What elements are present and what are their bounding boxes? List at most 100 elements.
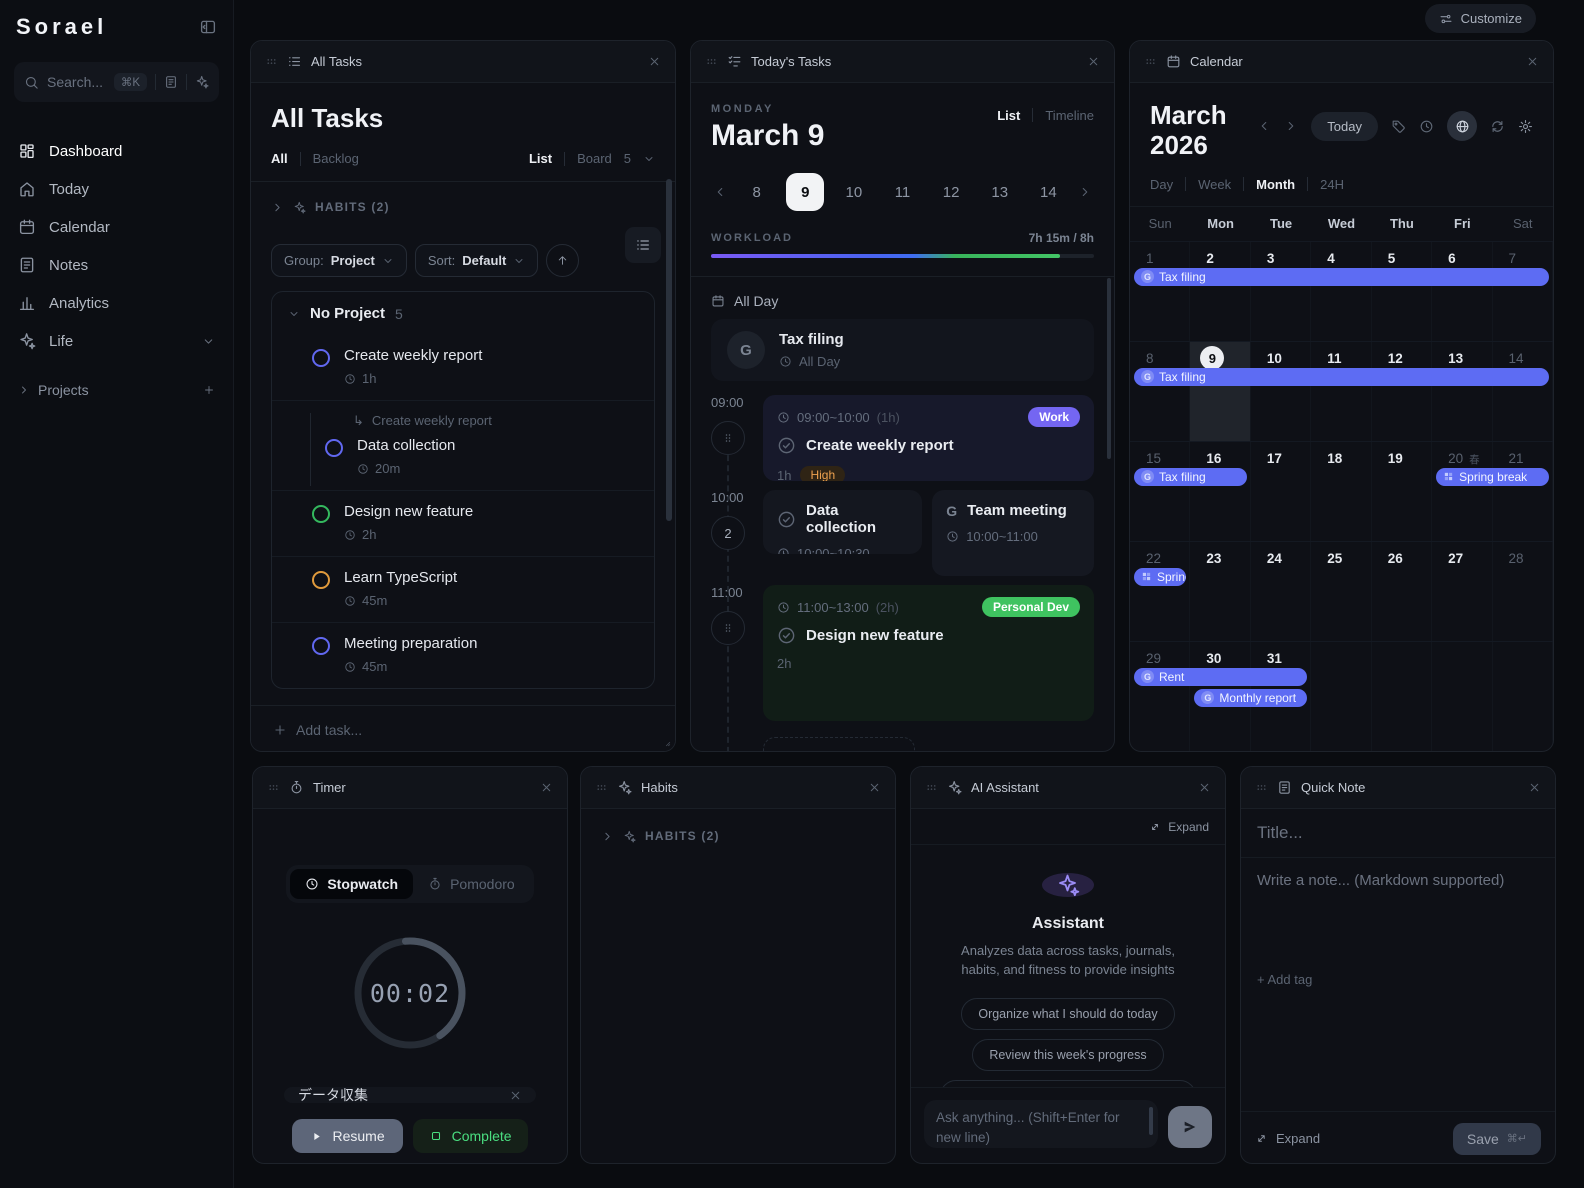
view-tab-week[interactable]: Week: [1198, 177, 1231, 192]
event-card[interactable]: 09:00~10:00 (1h) Work Create weekly report 1…: [763, 395, 1094, 481]
slot-drag-handle[interactable]: [711, 611, 745, 645]
sidebar-item-projects[interactable]: Projects: [0, 382, 233, 398]
calendar-day[interactable]: 4: [1311, 241, 1372, 341]
calendar-event-bar[interactable]: G Monthly report: [1194, 688, 1308, 707]
calendar-day[interactable]: 15: [1130, 441, 1191, 541]
task-checkbox[interactable]: [312, 571, 330, 589]
add-project-icon[interactable]: [203, 384, 215, 396]
task-row[interactable]: Learn TypeScript 45m: [272, 556, 654, 622]
sidebar-item-analytics[interactable]: Analytics: [0, 284, 233, 322]
calendar-day[interactable]: 6: [1432, 241, 1493, 341]
tab-pomodoro[interactable]: Pomodoro: [413, 869, 530, 899]
close-icon[interactable]: [648, 55, 661, 68]
calendar-day[interactable]: 14: [1493, 341, 1553, 441]
calendar-day[interactable]: 5: [1372, 241, 1433, 341]
calendar-event-bar[interactable]: G Tax filing: [1134, 467, 1247, 486]
habits-section-toggle[interactable]: HABITS (2): [601, 829, 875, 843]
view-tab-day[interactable]: Day: [1150, 177, 1173, 192]
calendar-day[interactable]: 3: [1251, 241, 1312, 341]
tab-stopwatch[interactable]: Stopwatch: [290, 869, 414, 899]
scrollbar[interactable]: [666, 179, 672, 521]
timer-task-field[interactable]: [284, 1087, 536, 1103]
task-checkbox[interactable]: [312, 505, 330, 523]
customize-button[interactable]: Customize: [1424, 4, 1536, 33]
view-list[interactable]: List: [529, 151, 552, 166]
calendar-event-bar[interactable]: G Tax filing: [1134, 267, 1549, 286]
close-icon[interactable]: [1528, 781, 1541, 794]
calendar-day[interactable]: 22: [1130, 541, 1191, 641]
tab-all[interactable]: All: [271, 151, 288, 166]
calendar-day[interactable]: 19: [1372, 441, 1433, 541]
calendar-day[interactable]: 10: [1251, 341, 1312, 441]
chevron-down-icon[interactable]: [643, 153, 655, 165]
task-row[interactable]: Create weekly report 1h: [272, 335, 654, 400]
expand-button[interactable]: Expand: [1255, 1131, 1320, 1146]
calendar-day[interactable]: 7: [1493, 241, 1553, 341]
date-pill[interactable]: 12: [932, 173, 970, 211]
drag-handle-icon[interactable]: [1255, 781, 1268, 794]
drag-handle-icon[interactable]: [705, 55, 718, 68]
complete-button[interactable]: Complete: [412, 1119, 528, 1153]
date-pill[interactable]: 9: [786, 173, 825, 211]
date-pill[interactable]: 10: [835, 173, 873, 211]
drag-handle-icon[interactable]: [1144, 55, 1157, 68]
view-timeline[interactable]: Timeline: [1045, 108, 1094, 123]
calendar-day[interactable]: 25: [1311, 541, 1372, 641]
search-box[interactable]: ⌘K: [14, 62, 219, 102]
timeline-add-task-button[interactable]: 1h Add task: [763, 737, 915, 751]
chevron-right-icon[interactable]: [1078, 185, 1092, 199]
allday-event-card[interactable]: G Tax filing All Day: [711, 319, 1094, 381]
sort-dropdown[interactable]: Sort: Default: [414, 244, 539, 277]
task-row[interactable]: Meeting preparation 45m: [272, 622, 654, 688]
calendar-event-bar[interactable]: G Tax filing: [1134, 367, 1549, 386]
event-card[interactable]: G Team meeting 10:00~11:00: [932, 490, 1094, 576]
calendar-day[interactable]: 29: [1130, 641, 1191, 751]
scrollbar[interactable]: [1149, 1107, 1153, 1135]
close-icon[interactable]: [1526, 55, 1539, 68]
task-checkbox[interactable]: [312, 637, 330, 655]
calendar-day[interactable]: 26: [1372, 541, 1433, 641]
calendar-day[interactable]: 27: [1432, 541, 1493, 641]
drag-handle-icon[interactable]: [595, 781, 608, 794]
sync-icon[interactable]: [1490, 119, 1505, 134]
resume-button[interactable]: Resume: [292, 1119, 403, 1153]
list-view-button[interactable]: [625, 227, 661, 263]
sidebar-collapse-icon[interactable]: [199, 18, 217, 36]
calendar-event-bar[interactable]: Spring break: [1436, 467, 1549, 486]
sidebar-item-calendar[interactable]: Calendar: [0, 208, 233, 246]
new-note-icon[interactable]: [164, 75, 178, 89]
calendar-day[interactable]: 23: [1190, 541, 1251, 641]
task-row[interactable]: Design new feature 2h: [272, 490, 654, 556]
slot-drag-handle[interactable]: [711, 421, 745, 455]
drag-handle-icon[interactable]: [265, 55, 278, 68]
note-title-input[interactable]: [1257, 823, 1539, 843]
date-pill[interactable]: 8: [738, 173, 776, 211]
calendar-day[interactable]: 11: [1311, 341, 1372, 441]
calendar-day[interactable]: 16: [1190, 441, 1251, 541]
expand-button[interactable]: Expand: [911, 809, 1225, 845]
ai-input[interactable]: [924, 1100, 1158, 1148]
date-pill[interactable]: 11: [884, 173, 922, 211]
scrollbar[interactable]: [1107, 278, 1111, 459]
date-pill[interactable]: 14: [1029, 173, 1067, 211]
save-button[interactable]: Save ⌘↵: [1452, 1122, 1541, 1155]
view-list[interactable]: List: [997, 108, 1020, 123]
suggestion-chip[interactable]: What's my recent habit completion rate?: [939, 1079, 1197, 1087]
calendar-day[interactable]: 12: [1372, 341, 1433, 441]
today-button[interactable]: Today: [1311, 111, 1378, 141]
calendar-day[interactable]: [1432, 641, 1493, 751]
drag-handle-icon[interactable]: [925, 781, 938, 794]
sort-direction-button[interactable]: [546, 244, 580, 277]
calendar-day[interactable]: [1311, 641, 1372, 751]
calendar-day[interactable]: [1372, 641, 1433, 751]
suggestion-chip[interactable]: Organize what I should do today: [961, 997, 1175, 1030]
task-row[interactable]: Data collection 20m: [325, 429, 654, 486]
add-task-button[interactable]: Add task...: [251, 705, 675, 751]
calendar-day[interactable]: 21: [1493, 441, 1553, 541]
calendar-event-bar[interactable]: G Rent: [1134, 667, 1308, 686]
calendar-day[interactable]: 17: [1251, 441, 1312, 541]
group-header[interactable]: No Project 5: [272, 292, 654, 335]
event-card[interactable]: Data collection 10:00~10:30: [763, 490, 923, 554]
clock-icon[interactable]: [1419, 119, 1434, 134]
view-board[interactable]: Board: [577, 151, 612, 166]
